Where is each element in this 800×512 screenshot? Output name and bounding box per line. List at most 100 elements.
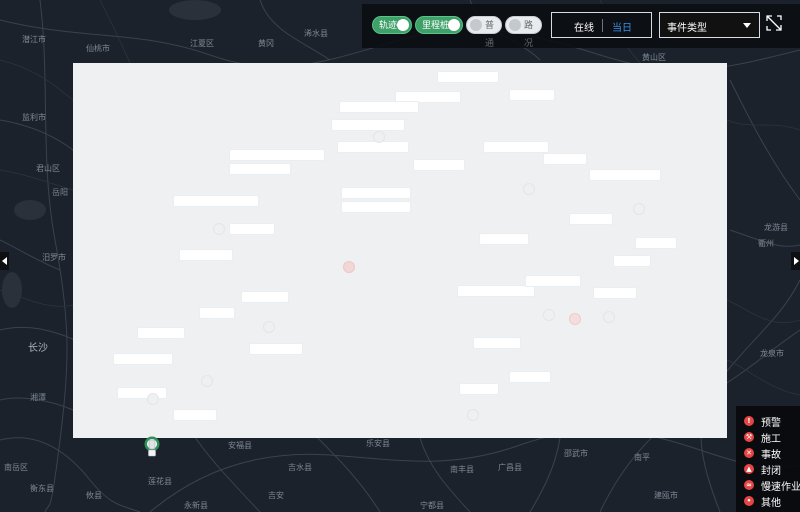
event-marker	[467, 409, 479, 421]
collapse-left-arrow[interactable]	[0, 252, 9, 270]
placeholder-tag	[473, 337, 521, 349]
placeholder-tag	[593, 287, 637, 299]
place-label: 潜江市	[22, 35, 46, 44]
construction-icon: ⚒	[744, 432, 754, 442]
placeholder-tag	[509, 371, 551, 383]
place-label: 龙游县	[764, 223, 788, 232]
event-marker	[603, 311, 615, 323]
toggle-mileage-marker[interactable]: 里程桩	[415, 16, 463, 34]
toggle-knob	[470, 19, 482, 31]
other-icon: •	[744, 496, 754, 506]
placeholder-tag	[569, 213, 613, 225]
place-label: 浠水县	[304, 29, 328, 38]
placeholder-tag	[229, 223, 275, 235]
placeholder-tag	[229, 149, 325, 161]
placeholder-tag	[525, 275, 581, 287]
fullscreen-icon[interactable]	[766, 15, 782, 31]
placeholder-tag	[113, 353, 173, 365]
arrow-left-icon	[2, 257, 7, 265]
place-label: 衢州	[758, 239, 774, 248]
place-label: 攸县	[86, 491, 102, 500]
placeholder-tag	[341, 201, 411, 213]
placeholder-tag	[199, 307, 235, 319]
place-label: 永新县	[184, 501, 208, 510]
place-label: 南平	[634, 453, 650, 462]
placeholder-tag	[173, 195, 259, 207]
toggle-normal[interactable]: 普通	[466, 16, 502, 49]
placeholder-tag	[589, 169, 661, 181]
accident-icon: ✕	[744, 448, 754, 458]
segment-divider	[602, 19, 603, 32]
placeholder-tag	[249, 343, 303, 355]
placeholder-tag	[173, 409, 217, 421]
place-label: 监利市	[22, 113, 46, 122]
placeholder-tag	[437, 71, 499, 83]
place-label: 安福县	[228, 441, 252, 450]
event-marker	[343, 261, 355, 273]
chevron-down-icon	[743, 23, 751, 28]
toggle-label: 普通	[485, 21, 495, 49]
toggle-knob	[397, 19, 409, 31]
place-label: 衡东县	[30, 484, 54, 493]
collapse-right-arrow[interactable]	[791, 252, 800, 270]
place-label: 黄冈	[258, 39, 274, 48]
event-type-select[interactable]: 事件类型	[659, 12, 760, 38]
alert-icon: !	[744, 416, 754, 426]
place-label: 江夏区	[190, 39, 214, 48]
toggle-label: 轨迹	[379, 21, 398, 31]
place-label: 南丰县	[450, 465, 474, 474]
event-marker	[201, 375, 213, 387]
place-label: 邵武市	[564, 449, 588, 458]
vehicle-marker-icon[interactable]	[144, 436, 160, 458]
segment-today[interactable]: 当日	[612, 19, 632, 34]
placeholder-tag	[509, 89, 555, 101]
place-label: 长沙	[28, 343, 48, 354]
place-label: 南岳区	[4, 463, 28, 472]
placeholder-tag	[241, 291, 289, 303]
event-marker	[633, 203, 645, 215]
placeholder-tag	[137, 327, 185, 339]
placeholder-tag	[479, 233, 529, 245]
toggle-trajectory[interactable]: 轨迹	[372, 16, 412, 34]
placeholder-tag	[339, 101, 419, 113]
place-label: 吉水县	[288, 463, 312, 472]
event-marker	[373, 131, 385, 143]
event-marker	[213, 223, 225, 235]
place-label: 莲花县	[148, 477, 172, 486]
legend-label: 封闭	[761, 466, 781, 477]
place-label: 建瓯市	[654, 491, 678, 500]
segment-online[interactable]: 在线	[574, 19, 594, 34]
placeholder-tag	[483, 141, 549, 153]
placeholder-tag	[331, 119, 405, 131]
legend-label: 其他	[761, 498, 781, 509]
placeholder-tag	[543, 153, 587, 165]
select-value: 事件类型	[667, 23, 707, 34]
place-label: 湘潭	[30, 393, 46, 402]
legend-label: 慢速作业	[761, 482, 800, 493]
place-label: 广昌县	[498, 463, 522, 472]
toggle-traffic[interactable]: 路况	[505, 16, 542, 49]
time-range-segment: 在线 当日	[551, 12, 652, 38]
place-label: 龙泉市	[760, 349, 784, 358]
placeholder-tag	[117, 387, 167, 399]
placeholder-tag	[179, 249, 233, 261]
toggle-label: 里程桩	[422, 21, 450, 31]
closure-icon: ▲	[744, 464, 754, 474]
map-toolbar: 轨迹 里程桩 普通 路况 在线 当日 事件类型	[362, 4, 800, 49]
legend-label: 事故	[761, 450, 781, 461]
place-label: 乐安县	[366, 439, 390, 448]
event-marker	[523, 183, 535, 195]
place-label: 黄山区	[642, 53, 666, 62]
loading-overlay	[73, 63, 727, 438]
placeholder-tag	[413, 159, 465, 171]
place-label: 君山区	[36, 164, 60, 173]
event-marker	[569, 313, 581, 325]
placeholder-tag	[635, 237, 677, 249]
placeholder-tag	[457, 285, 535, 297]
placeholder-tag	[459, 383, 499, 395]
placeholder-tag	[229, 163, 291, 175]
event-marker	[147, 393, 159, 405]
placeholder-tag	[337, 141, 409, 153]
toggle-knob	[509, 19, 521, 31]
place-label: 吉安	[268, 491, 284, 500]
